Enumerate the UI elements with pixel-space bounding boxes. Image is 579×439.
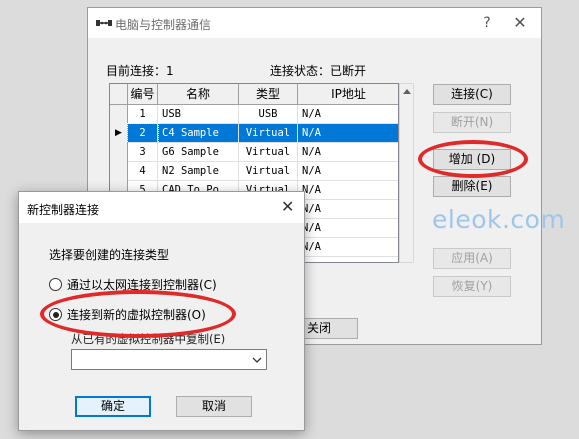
cell-num: 3 [128, 143, 158, 162]
cell-num: 4 [128, 162, 158, 181]
cancel-button[interactable]: 取消 [176, 396, 252, 417]
grid-header: 编号 名称 类型 IP地址 [110, 84, 398, 105]
column-header-name[interactable]: 名称 [158, 84, 239, 105]
cell-type: Virtual [239, 124, 298, 143]
cell-num: 2 [127, 123, 159, 144]
help-button[interactable]: ? [476, 13, 498, 33]
close-main-button[interactable]: 关闭 [300, 318, 358, 339]
virtual-highlight-ring [40, 290, 236, 338]
add-highlight-ring [418, 140, 528, 178]
current-connection-label: 目前连接：1 [106, 64, 174, 78]
scroll-up-arrow[interactable] [403, 89, 411, 94]
cell-type: USB [239, 105, 298, 124]
cell-ip: N/A [298, 124, 398, 143]
watermark: eleok.com [432, 205, 566, 234]
ok-button[interactable]: 确定 [75, 396, 151, 417]
cell-ip: N/A [298, 219, 398, 238]
column-header-num[interactable]: 编号 [128, 84, 158, 105]
connect-button[interactable]: 连接(C) [433, 84, 511, 105]
main-titlebar: 电脑与控制器通信 ? ✕ [88, 8, 541, 38]
radio-ethernet-circle[interactable] [49, 278, 62, 291]
grid-scrollbar[interactable] [399, 83, 414, 263]
cell-type: Virtual [239, 143, 298, 162]
cell-ip: N/A [298, 162, 398, 181]
cell-type: Virtual [239, 162, 298, 181]
table-row[interactable]: 4 N2 Sample Virtual N/A [110, 162, 398, 181]
main-title: 电脑与控制器通信 [115, 18, 212, 32]
apply-button[interactable]: 应用(A) [433, 248, 511, 269]
table-row[interactable]: 1 USB USB N/A [110, 105, 398, 124]
dialog-title: 新控制器连接 [27, 203, 100, 217]
cell-num: 1 [128, 105, 158, 124]
dialog-close-button[interactable]: ✕ [281, 197, 294, 216]
cell-name: N2 Sample [158, 162, 239, 181]
row-selector[interactable]: ▶ [110, 124, 128, 143]
cell-ip: N/A [298, 181, 398, 200]
cell-name: C4 Sample [158, 124, 239, 143]
row-selector[interactable] [110, 143, 128, 162]
chevron-down-icon [252, 357, 262, 363]
cell-ip: N/A [298, 200, 398, 219]
cell-ip: N/A [298, 143, 398, 162]
header-row-selector [110, 84, 128, 105]
connection-status-label: 连接状态：已断开 [270, 64, 367, 78]
connection-type-prompt: 选择要创建的连接类型 [49, 248, 170, 262]
copy-from-select[interactable] [71, 349, 267, 370]
column-header-type[interactable]: 类型 [239, 84, 298, 105]
row-selector[interactable] [110, 105, 128, 124]
column-header-ip[interactable]: IP地址 [298, 84, 398, 105]
table-row[interactable]: 3 G6 Sample Virtual N/A [110, 143, 398, 162]
disconnect-button[interactable]: 断开(N) [433, 112, 511, 133]
close-button[interactable]: ✕ [509, 13, 531, 33]
table-row[interactable]: ▶ 2 C4 Sample Virtual N/A [110, 123, 398, 144]
cell-ip: N/A [298, 105, 398, 124]
row-selector[interactable] [110, 162, 128, 181]
delete-button[interactable]: 删除(E) [433, 176, 511, 197]
cell-name: G6 Sample [158, 143, 239, 162]
connection-icon [96, 20, 112, 26]
restore-button[interactable]: 恢复(Y) [433, 276, 511, 297]
cell-name: USB [158, 105, 239, 124]
dialog-titlebar: 新控制器连接 ✕ [19, 192, 304, 223]
cell-ip: N/A [298, 238, 398, 257]
